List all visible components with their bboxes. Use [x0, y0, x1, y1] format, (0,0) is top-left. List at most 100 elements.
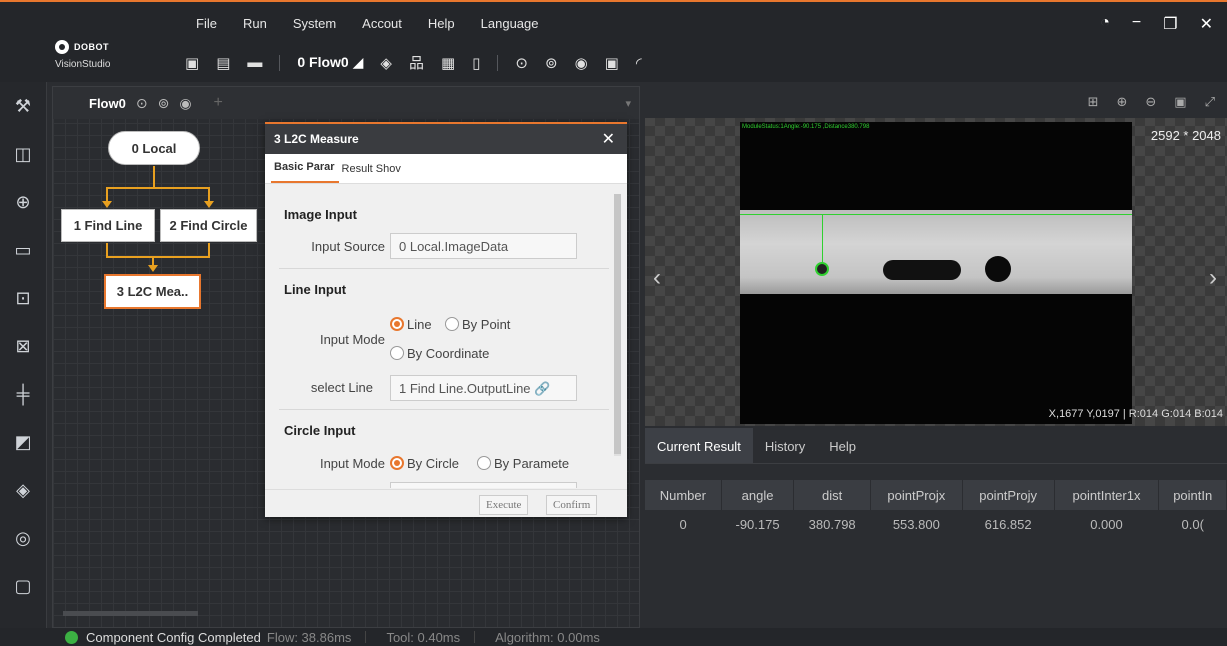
fit-icon[interactable]: ⤢ — [1205, 94, 1215, 110]
device-icon[interactable]: ▯ — [472, 54, 480, 72]
dialog-title-bar[interactable]: 3 L2C Measure ✕ — [265, 124, 627, 154]
camera-icon[interactable]: ◫ — [0, 130, 46, 178]
tab-history[interactable]: History — [753, 428, 817, 463]
input-source-field[interactable]: 0 Local.ImageData — [390, 233, 577, 259]
node-find-line[interactable]: 1 Find Line — [61, 209, 155, 242]
table-row[interactable]: 0 -90.175 380.798 553.800 616.852 0.000 … — [645, 510, 1227, 538]
close-icon[interactable]: ✕ — [1200, 14, 1213, 34]
col-header[interactable]: Number — [645, 480, 722, 510]
actual-size-icon[interactable]: ▣ — [1174, 94, 1186, 110]
menu-language[interactable]: Language — [481, 16, 539, 31]
run-flow-icon[interactable]: ⊙ — [136, 95, 148, 112]
connector — [106, 187, 108, 202]
menu-file[interactable]: File — [196, 16, 217, 31]
run-loop-icon[interactable]: ⊚ — [545, 54, 558, 72]
grid-icon[interactable]: ⊞ — [1088, 94, 1099, 110]
stop-flow-icon[interactable]: ◉ — [179, 95, 191, 112]
measure-icon[interactable]: ▭ — [0, 226, 46, 274]
input-source-label: Input Source — [311, 239, 385, 254]
tab-result-show[interactable]: Result Shov — [339, 163, 405, 183]
dobot-logo-icon — [55, 40, 69, 54]
scroll-thumb[interactable] — [614, 194, 621, 454]
viewer-toolbar: ⊞ ⊕ ⊖ ▣ ⤢ — [645, 86, 1227, 118]
col-header[interactable]: dist — [793, 480, 871, 510]
table-cell: 0 — [679, 516, 687, 532]
select-line-field[interactable]: 1 Find Line.OutputLine 🔗 — [390, 375, 577, 401]
tab-flow0[interactable]: Flow0 — [89, 96, 126, 111]
new-solution-icon[interactable]: ▣ — [185, 54, 199, 72]
radio-line[interactable]: Line — [390, 317, 432, 332]
flow-scrollbar[interactable] — [63, 611, 198, 616]
col-header[interactable]: pointProjx — [870, 480, 963, 510]
results-tabs: Current Result History Help — [645, 428, 1227, 464]
save-icon[interactable]: ▤ — [216, 54, 230, 72]
tab-help[interactable]: Help — [817, 428, 868, 463]
radio-unchecked-icon — [445, 317, 459, 331]
status-message: Component Config Completed — [86, 629, 261, 645]
recognize-icon[interactable]: ⊡ — [0, 274, 46, 322]
next-image-icon[interactable]: › — [1209, 264, 1217, 292]
app-logo: DOBOT VisionStudio — [55, 40, 111, 70]
network-icon[interactable]: 品 — [409, 52, 424, 73]
prev-image-icon[interactable]: ‹ — [653, 264, 661, 292]
minimize-icon[interactable]: − — [1132, 14, 1141, 34]
arrow-icon — [102, 201, 112, 208]
image-viewer[interactable]: ⊞ ⊕ ⊖ ▣ ⤢ ModuleStatus:1Angle:-90.175 ,D… — [645, 86, 1227, 426]
node-local[interactable]: 0 Local — [108, 131, 200, 165]
radio-by-point[interactable]: By Point — [445, 317, 510, 332]
main-toolbar: ▣ ▤ ▬ 0 Flow0 ◢ ◈ 品 ▦ ▯ ⊙ ⊚ ◉ ▣ ◜ — [185, 52, 642, 73]
link-icon[interactable]: 🔗 — [534, 381, 550, 396]
execute-button[interactable]: Execute — [479, 495, 529, 515]
curve-icon[interactable]: ◜ — [636, 54, 642, 72]
flow-select[interactable]: 0 Flow0 ◢ — [297, 54, 363, 71]
col-header[interactable]: angle — [721, 480, 795, 510]
tab-basic-params[interactable]: Basic Parar — [271, 161, 339, 183]
calibrate-icon[interactable]: ⊠ — [0, 322, 46, 370]
restore-icon[interactable]: ❐ — [1163, 14, 1177, 34]
node-find-circle[interactable]: 2 Find Circle — [160, 209, 257, 242]
connector — [208, 187, 210, 202]
node-l2c-measure[interactable]: 3 L2C Mea.. — [104, 274, 201, 309]
radio-by-circle[interactable]: By Circle — [390, 456, 459, 471]
menu-run[interactable]: Run — [243, 16, 267, 31]
menu-help[interactable]: Help — [428, 16, 455, 31]
col-header[interactable]: pointProjy — [962, 480, 1055, 510]
connector — [208, 243, 210, 257]
form-icon[interactable]: ▣ — [605, 54, 619, 72]
run-once-icon[interactable]: ⊙ — [515, 54, 528, 72]
toolbar-divider — [497, 54, 499, 71]
open-folder-icon[interactable]: ▬ — [247, 54, 262, 71]
zoom-in-icon[interactable]: ⊕ — [1116, 94, 1127, 110]
circle-field[interactable] — [390, 482, 577, 488]
table-cell: 553.800 — [892, 516, 940, 532]
align-icon[interactable]: ╪ — [0, 370, 46, 418]
locate-icon[interactable]: ⊕ — [0, 178, 46, 226]
menu-system[interactable]: System — [293, 16, 336, 31]
logic-if-icon[interactable]: ▢ — [0, 562, 46, 610]
menu-account[interactable]: Accout — [362, 16, 402, 31]
col-header[interactable]: pointInter1x — [1054, 480, 1160, 510]
tab-current-result[interactable]: Current Result — [645, 428, 753, 463]
color-icon[interactable]: ◈ — [0, 466, 46, 514]
radio-by-parameter[interactable]: By Paramete — [477, 456, 569, 471]
variable-icon[interactable]: ▦ — [441, 54, 455, 72]
tools-icon[interactable]: ⚒ — [0, 82, 46, 130]
col-header[interactable]: pointIn — [1158, 480, 1227, 510]
table-cell: 0.000 — [1090, 516, 1123, 532]
flow-tab-bar: Flow0 ⊙ ⊚ ◉ + ▾ — [53, 87, 639, 119]
dialog-tabs: Basic Parar Result Shov — [265, 154, 627, 184]
radio-by-coordinate[interactable]: By Coordinate — [390, 346, 489, 361]
add-flow-icon[interactable]: + — [214, 94, 223, 112]
zoom-out-icon[interactable]: ⊖ — [1145, 94, 1156, 110]
confirm-button[interactable]: Confirm — [546, 495, 598, 515]
dialog-scrollbar[interactable] — [614, 194, 621, 456]
gauge-icon[interactable]: ◔ — [1100, 14, 1110, 34]
communication-icon[interactable]: ◎ — [0, 514, 46, 562]
stop-icon[interactable]: ◉ — [575, 54, 588, 72]
close-icon[interactable]: ✕ — [602, 129, 615, 149]
section-image-input: Image Input — [284, 207, 357, 222]
layers-icon[interactable]: ◈ — [380, 54, 392, 72]
image-process-icon[interactable]: ◩ — [0, 418, 46, 466]
chevron-down-icon[interactable]: ▾ — [625, 97, 631, 110]
loop-flow-icon[interactable]: ⊚ — [158, 95, 170, 112]
